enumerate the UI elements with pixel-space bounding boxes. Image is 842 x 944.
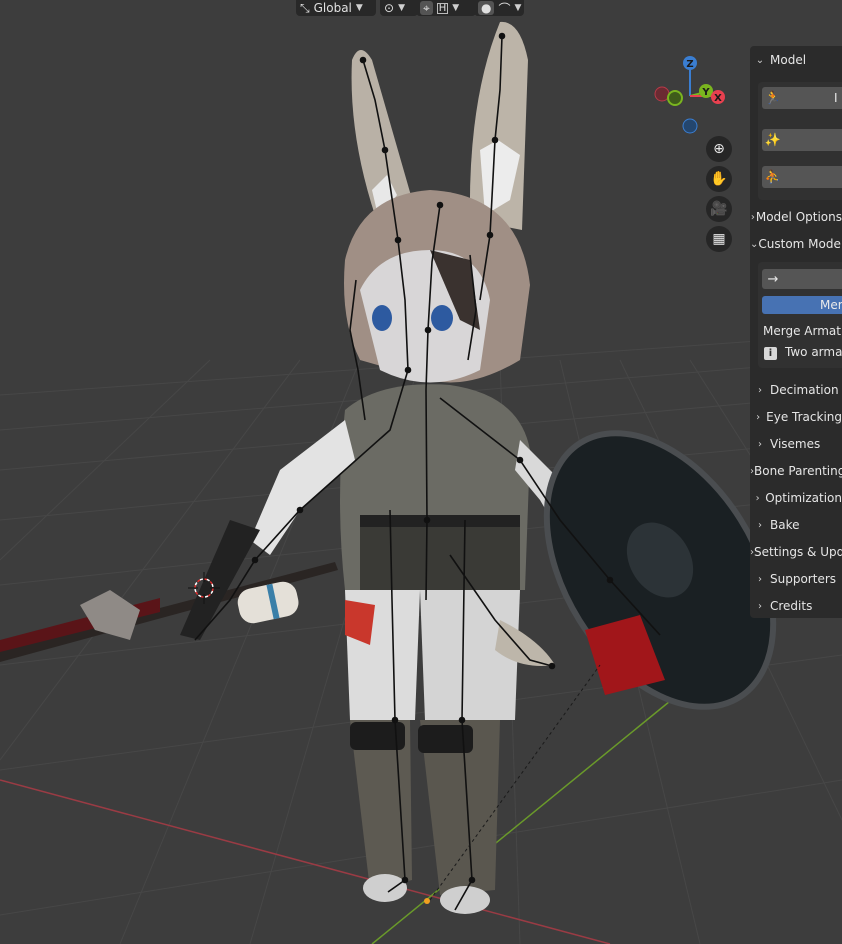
chevron-right-icon: › — [758, 600, 762, 612]
gizmo-z-label: Z — [686, 59, 693, 70]
section-supporters[interactable]: › Supporters — [750, 568, 842, 590]
section-settings-updates[interactable]: › Settings & Upd — [750, 541, 842, 563]
origin-point — [424, 898, 430, 904]
proportional-toggle-button[interactable]: ● — [478, 1, 495, 15]
merge-armatures-label: Merge Armature — [763, 324, 842, 338]
zoom-icon: ⊕ — [713, 141, 725, 157]
section-custom-model-label: Custom Model — [758, 237, 842, 251]
proportional-icon: ● — [481, 1, 492, 15]
grid-perspective-icon: ▦ — [712, 231, 726, 247]
section-eye-tracking-label: Eye Tracking — [766, 410, 842, 424]
section-credits[interactable]: › Credits — [750, 595, 842, 617]
section-settings-updates-label: Settings & Upd — [754, 545, 842, 559]
camera-icon: 🎥 — [710, 201, 728, 217]
section-bake-label: Bake — [770, 518, 800, 532]
proportional-editing-group: ● ⌒ ▼ — [474, 0, 524, 16]
chevron-down-icon: ⌄ — [755, 54, 765, 66]
section-model[interactable]: ⌄ Model — [750, 49, 842, 71]
navigation-gizmo[interactable]: Z Y X — [652, 52, 732, 138]
transform-orientation-label: Global — [313, 1, 352, 15]
section-custom-model[interactable]: ⌄ Custom Model — [750, 233, 842, 255]
chevron-right-icon: › — [758, 384, 762, 396]
section-model-options[interactable]: › Model Options — [750, 206, 842, 228]
sidebar-panel: ⌄ Model 🏃 I ✨ ⛹ › Model Options ⌄ Custom… — [750, 46, 842, 618]
gizmo-x-label: X — [714, 93, 722, 104]
armature-run-icon: 🏃 — [764, 90, 782, 106]
pose-mode-button[interactable]: ⛹ — [762, 166, 842, 188]
two-armatures-info: i Two armat — [764, 345, 842, 360]
chevron-right-icon: › — [758, 519, 762, 531]
section-supporters-label: Supporters — [770, 572, 837, 586]
chevron-right-icon: › — [755, 492, 760, 504]
section-bone-parenting-label: Bone Parenting — [754, 464, 842, 478]
info-icon: i — [764, 347, 777, 360]
chevron-right-icon: › — [758, 438, 762, 450]
chevron-right-icon: › — [758, 573, 762, 585]
chevron-down-icon: ▼ — [355, 3, 363, 13]
fix-model-button[interactable]: ✨ — [762, 129, 842, 151]
pan-button[interactable]: ✋ — [706, 166, 732, 192]
custom-model-mode-toggle[interactable]: → — [762, 269, 842, 289]
transform-orientation-icon: ⤡ — [300, 0, 310, 15]
pan-hand-icon: ✋ — [710, 171, 728, 187]
x-axis-line — [0, 779, 611, 944]
pivot-point-dropdown[interactable]: ⊙ ▼ — [380, 0, 418, 16]
snapping-group: ⌖ H ▼ — [416, 0, 476, 16]
two-armatures-info-text: Two armat — [785, 345, 842, 359]
section-credits-label: Credits — [770, 599, 813, 613]
section-bone-parenting[interactable]: › Bone Parenting — [750, 460, 842, 482]
section-decimation[interactable]: › Decimation — [750, 379, 842, 401]
section-eye-tracking[interactable]: › Eye Tracking — [750, 406, 842, 428]
chevron-down-icon: ▼ — [398, 3, 405, 13]
section-decimation-label: Decimation — [770, 383, 839, 397]
increment-icon[interactable]: H — [436, 2, 449, 14]
snap-toggle-button[interactable]: ⌖ — [420, 1, 433, 15]
gizmo-axes: Z Y X — [654, 56, 725, 134]
pivot-icon: ⊙ — [384, 1, 395, 15]
section-optimization-label: Optimization — [765, 491, 842, 505]
section-bake[interactable]: › Bake — [750, 514, 842, 536]
import-model-label: I — [834, 91, 838, 105]
character-model — [0, 21, 777, 914]
chevron-down-icon: ⌄ — [750, 238, 759, 250]
magic-wand-icon: ✨ — [764, 132, 782, 148]
perspective-toggle-button[interactable]: ▦ — [706, 226, 732, 252]
gizmo-y-label: Y — [701, 87, 710, 98]
merge-button-label: Merg — [820, 298, 842, 312]
falloff-icon[interactable]: ⌒ — [498, 0, 510, 17]
snap-icon: ⌖ — [423, 0, 430, 15]
chevron-down-icon[interactable]: ▼ — [452, 3, 459, 13]
pose-icon: ⛹ — [764, 169, 782, 185]
chevron-down-icon[interactable]: ▼ — [515, 3, 522, 13]
section-visemes-label: Visemes — [770, 437, 821, 451]
chevron-right-icon: › — [756, 411, 761, 423]
section-visemes[interactable]: › Visemes — [750, 433, 842, 455]
section-model-label: Model — [770, 53, 807, 67]
import-model-button[interactable]: 🏃 I — [762, 87, 842, 109]
arrow-right-icon: → — [767, 271, 779, 287]
merge-button[interactable]: Merg — [762, 296, 842, 314]
camera-view-button[interactable]: 🎥 — [706, 196, 732, 222]
transform-orientation-dropdown[interactable]: ⤡ Global ▼ — [296, 0, 376, 16]
section-optimization[interactable]: › Optimization — [750, 487, 842, 509]
zoom-button[interactable]: ⊕ — [706, 136, 732, 162]
section-model-options-label: Model Options — [755, 210, 842, 224]
